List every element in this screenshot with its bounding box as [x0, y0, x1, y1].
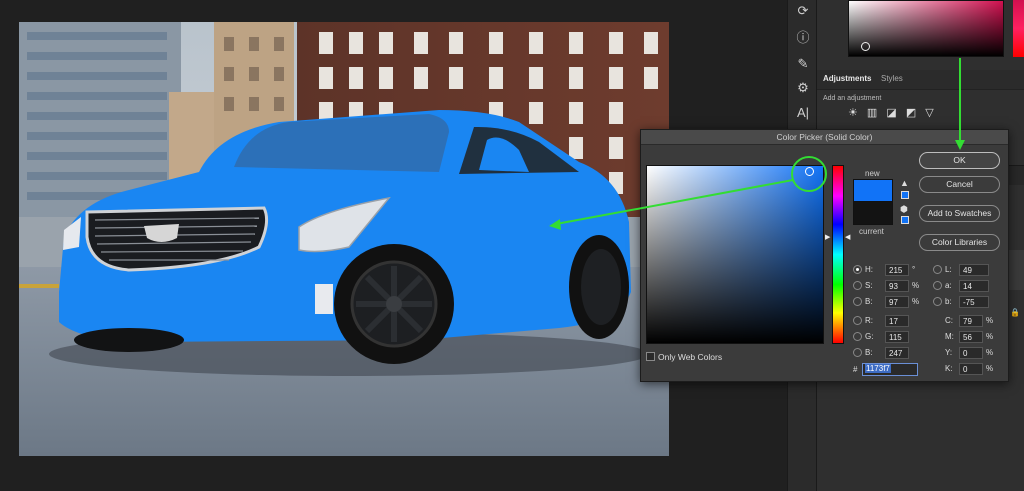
out-of-gamut-warning-icon[interactable]: ▲	[900, 178, 909, 188]
radio-lab-l[interactable]	[933, 265, 942, 274]
current-color-label: current	[859, 227, 884, 236]
gamut-swatch[interactable]	[901, 191, 909, 199]
photoshop-window: ⟳ ⓘ ✎ ⚙ A| Adjustments Styles Add an adj…	[0, 0, 1024, 491]
adjustments-hint: Add an adjustment	[823, 95, 882, 102]
input-lab-l[interactable]	[959, 264, 989, 276]
new-color-label: new	[865, 169, 880, 178]
web-safe-warning-icon[interactable]: ⬢	[900, 204, 908, 215]
brush-icon[interactable]: ✎	[794, 55, 812, 73]
hue-slider-left-arrow-icon[interactable]: ▶	[825, 233, 830, 241]
input-red[interactable]	[885, 315, 909, 327]
color-field-marker[interactable]	[805, 167, 814, 176]
color-panel-marker[interactable]	[861, 42, 870, 51]
label-blue: B:	[865, 348, 873, 357]
input-hue[interactable]	[885, 264, 909, 276]
hex-input[interactable]: 1173f7	[862, 363, 918, 376]
dialog-title: Color Picker (Solid Color)	[641, 130, 1008, 145]
adjustment-icons-row[interactable]: ☀ ▥ ◪ ◩ ▽	[848, 106, 937, 119]
input-cyan[interactable]	[959, 315, 983, 327]
character-icon[interactable]: A|	[794, 104, 812, 122]
input-yellow[interactable]	[959, 347, 983, 359]
radio-saturation[interactable]	[853, 281, 862, 290]
lock-icon[interactable]: 🔒	[1010, 308, 1020, 317]
hue-slider[interactable]	[832, 165, 844, 344]
radio-brightness[interactable]	[853, 297, 862, 306]
unit-hue: °	[912, 265, 916, 274]
label-red: R:	[865, 316, 873, 325]
label-hue: H:	[865, 265, 873, 274]
unit-yellow: %	[986, 348, 994, 357]
label-lab-a: a:	[945, 281, 952, 290]
new-color-swatch	[853, 179, 893, 201]
label-cyan: C:	[945, 316, 953, 325]
input-green[interactable]	[885, 331, 909, 343]
input-lab-b[interactable]	[959, 296, 989, 308]
radio-red[interactable]	[853, 316, 862, 325]
add-to-swatches-button[interactable]: Add to Swatches	[919, 205, 1000, 222]
unit-magenta: %	[986, 332, 994, 341]
only-web-colors-label: Only Web Colors	[658, 352, 723, 362]
radio-hue[interactable]	[853, 265, 862, 274]
label-lab-l: L:	[945, 265, 952, 274]
web-safe-swatch[interactable]	[901, 216, 909, 224]
history-icon[interactable]: ⟳	[794, 2, 812, 20]
input-saturation[interactable]	[885, 280, 909, 292]
saturation-brightness-field[interactable]	[646, 165, 824, 344]
input-magenta[interactable]	[959, 331, 983, 343]
adjustments-tabs: Adjustments Styles	[817, 70, 1024, 90]
unit-saturation: %	[912, 281, 920, 290]
only-web-colors-checkbox[interactable]	[646, 352, 655, 361]
car-photo	[19, 22, 669, 456]
document-canvas[interactable]	[19, 22, 669, 456]
info-icon[interactable]: ⓘ	[794, 29, 812, 47]
label-green: G:	[865, 332, 874, 341]
tab-adjustments[interactable]: Adjustments	[823, 74, 871, 83]
brush-settings-icon[interactable]: ⚙	[794, 79, 812, 97]
hex-value-selected: 1173f7	[865, 364, 891, 373]
radio-green[interactable]	[853, 332, 862, 341]
label-black: K:	[945, 364, 953, 373]
input-lab-a[interactable]	[959, 280, 989, 292]
ok-button[interactable]: OK	[919, 152, 1000, 169]
current-color-swatch[interactable]	[853, 201, 893, 225]
radio-lab-a[interactable]	[933, 281, 942, 290]
label-brightness: B:	[865, 297, 873, 306]
unit-black: %	[986, 364, 994, 373]
radio-lab-b[interactable]	[933, 297, 942, 306]
color-libraries-button[interactable]: Color Libraries	[919, 234, 1000, 251]
label-yellow: Y:	[945, 348, 953, 357]
tab-styles[interactable]: Styles	[881, 74, 903, 83]
unit-cyan: %	[986, 316, 994, 325]
input-black[interactable]	[959, 363, 983, 375]
hue-slider-right-arrow-icon[interactable]: ◀	[845, 233, 850, 241]
input-brightness[interactable]	[885, 296, 909, 308]
unit-brightness: %	[912, 297, 920, 306]
color-panel-field[interactable]	[848, 0, 1004, 57]
radio-blue[interactable]	[853, 348, 862, 357]
label-saturation: S:	[865, 281, 873, 290]
input-blue[interactable]	[885, 347, 909, 359]
label-magenta: M:	[945, 332, 954, 341]
label-lab-b: b:	[945, 297, 952, 306]
color-panel-hue-slider[interactable]	[1013, 0, 1024, 57]
hex-label: #	[853, 365, 858, 374]
cancel-button[interactable]: Cancel	[919, 176, 1000, 193]
